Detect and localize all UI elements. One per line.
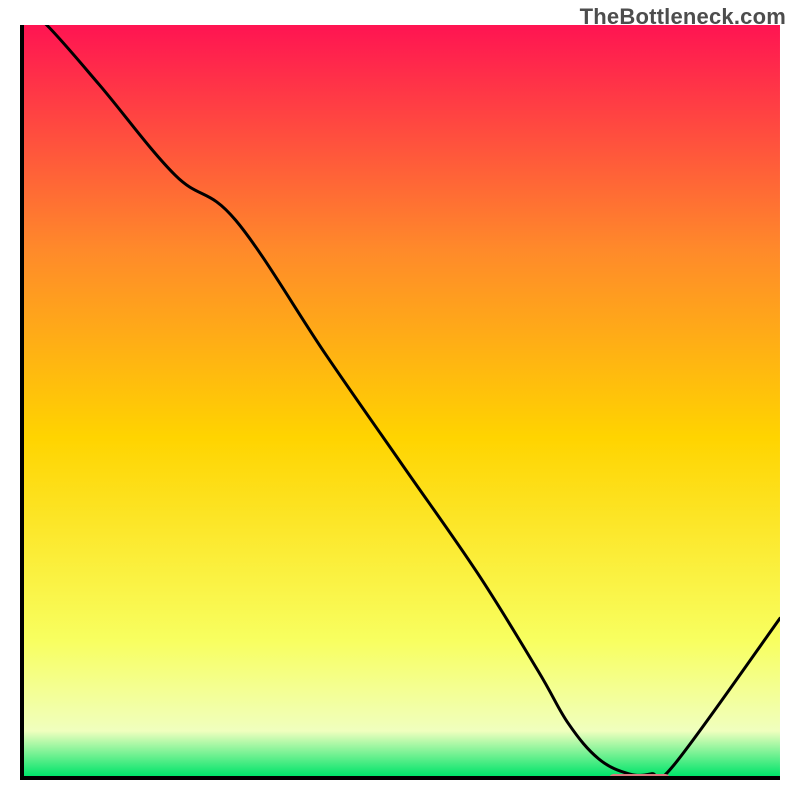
chart-container: TheBottleneck.com	[0, 0, 800, 800]
bottleneck-curve	[24, 25, 780, 776]
optimal-range-marker	[609, 774, 670, 780]
plot-area	[20, 25, 780, 780]
watermark-text: TheBottleneck.com	[580, 4, 786, 30]
chart-curve-layer	[24, 25, 780, 776]
